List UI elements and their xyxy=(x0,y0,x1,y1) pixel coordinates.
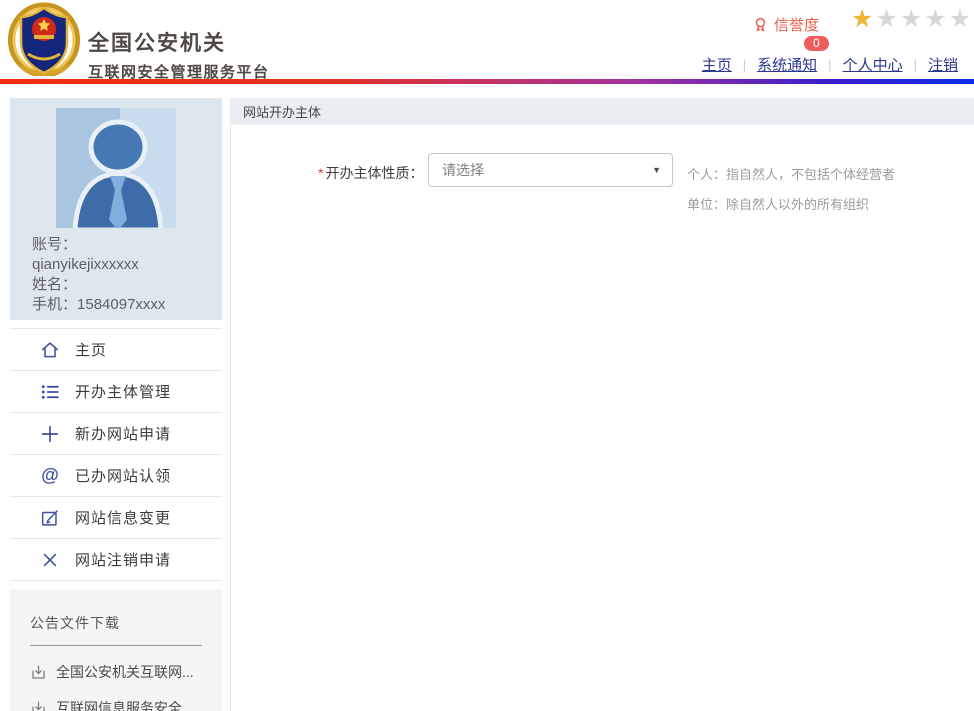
phone-value: 1584097xxxx xyxy=(77,296,165,313)
hint-person: 个人：指自然人，不包括个体经营者 xyxy=(687,164,895,183)
phone-label: 手机： xyxy=(32,296,77,313)
name-row: 姓名： xyxy=(32,275,222,295)
downloads-divider xyxy=(30,645,202,646)
nav-home-link[interactable]: 主页 xyxy=(702,54,732,75)
download-link[interactable]: 互联网信息服务安全... xyxy=(30,698,204,711)
page: 全国公安机关 互联网安全管理服务平台 信誉度 ★★★★★ 0 主页 | 系统通知… xyxy=(0,0,974,711)
sidebar: 账号： qianyikejixxxxxx 姓名： 手机：1584097xxxx … xyxy=(10,98,222,711)
star-icon: ★ xyxy=(924,5,948,33)
avatar xyxy=(56,108,176,228)
header-gradient-bar xyxy=(0,79,974,84)
header: 全国公安机关 互联网安全管理服务平台 信誉度 ★★★★★ 0 主页 | 系统通知… xyxy=(0,0,974,79)
sidebar-item-label: 主页 xyxy=(75,339,107,360)
star-icon: ★ xyxy=(900,5,924,33)
plus-icon xyxy=(38,423,62,445)
sidebar-item-label: 网站信息变更 xyxy=(75,507,171,528)
account-value: qianyikejixxxxxx xyxy=(32,255,222,275)
star-icon: ★ xyxy=(875,5,899,33)
download-link-label: 全国公安机关互联网... xyxy=(56,662,194,682)
nav-separator: | xyxy=(743,57,746,72)
at-icon: @ xyxy=(38,465,62,486)
nav-system-notice-link[interactable]: 系统通知 xyxy=(757,54,817,75)
nav-personal-center-link[interactable]: 个人中心 xyxy=(843,54,903,75)
org-name: 全国公安机关 xyxy=(88,27,270,57)
star-icon: ★ xyxy=(949,5,973,33)
subject-nature-select[interactable]: 请选择 ▼ xyxy=(428,153,673,187)
sidebar-item-label: 开办主体管理 xyxy=(75,381,171,402)
top-navigation: 主页 | 系统通知 | 个人中心 | 注销 xyxy=(702,54,958,75)
downloads-title: 公告文件下载 xyxy=(30,613,204,633)
list-icon xyxy=(38,381,62,403)
notification-count-badge: 0 xyxy=(804,36,829,51)
nav-separator: | xyxy=(914,57,917,72)
account-label: 账号： xyxy=(32,235,222,255)
download-link-label: 互联网信息服务安全... xyxy=(56,698,194,711)
sidebar-item-home[interactable]: 主页 xyxy=(10,329,222,371)
download-icon xyxy=(30,664,47,681)
edit-icon xyxy=(38,507,62,529)
sidebar-item-label: 已办网站认领 xyxy=(75,465,171,486)
sidebar-menu: 主页 开办主体管理 新办网站申请 @ 已办网站认领 xyxy=(10,328,222,581)
credit-label: 信誉度 xyxy=(774,14,819,35)
form-area: *开办主体性质： 请选择 ▼ 个人：指自然人，不包括个体经营者 单位：除自然人以… xyxy=(230,125,974,711)
user-panel: 账号： qianyikejixxxxxx 姓名： 手机：1584097xxxx xyxy=(10,98,222,320)
announcement-downloads: 公告文件下载 全国公安机关互联网... 互联网信息服务安全... xyxy=(10,589,222,711)
nav-logout-link[interactable]: 注销 xyxy=(928,54,958,75)
nav-separator: | xyxy=(828,57,831,72)
hint-unit: 单位：除自然人以外的所有组织 xyxy=(687,194,869,213)
medal-icon xyxy=(752,16,769,33)
star-rating: ★★★★★ xyxy=(851,5,973,33)
sidebar-item-website-cancellation[interactable]: 网站注销申请 xyxy=(10,539,222,581)
close-icon xyxy=(38,550,62,570)
select-value: 请选择 xyxy=(442,160,484,180)
sidebar-item-label: 网站注销申请 xyxy=(75,549,171,570)
sidebar-item-new-website-application[interactable]: 新办网站申请 xyxy=(10,413,222,455)
sidebar-item-subject-management[interactable]: 开办主体管理 xyxy=(10,371,222,413)
brand: 全国公安机关 互联网安全管理服务平台 xyxy=(88,27,270,82)
sidebar-item-claim-existing-website[interactable]: @ 已办网站认领 xyxy=(10,455,222,497)
police-badge-logo xyxy=(8,2,80,76)
page-title: 网站开办主体 xyxy=(230,98,974,125)
user-info: 账号： qianyikejixxxxxx 姓名： 手机：1584097xxxx xyxy=(32,235,222,315)
phone-row: 手机：1584097xxxx xyxy=(32,295,222,315)
download-link[interactable]: 全国公安机关互联网... xyxy=(30,662,204,682)
subject-nature-label: *开办主体性质： xyxy=(318,163,423,183)
credit-score: 信誉度 xyxy=(752,14,819,35)
star-icon: ★ xyxy=(851,5,875,33)
name-label: 姓名： xyxy=(32,276,77,293)
required-mark: * xyxy=(318,165,323,181)
home-icon xyxy=(38,339,62,361)
download-icon xyxy=(30,700,47,711)
chevron-down-icon: ▼ xyxy=(652,165,661,175)
sidebar-item-label: 新办网站申请 xyxy=(75,423,171,444)
sidebar-item-website-info-change[interactable]: 网站信息变更 xyxy=(10,497,222,539)
main-content: 网站开办主体 *开办主体性质： 请选择 ▼ 个人：指自然人，不包括个体经营者 单… xyxy=(230,98,974,711)
